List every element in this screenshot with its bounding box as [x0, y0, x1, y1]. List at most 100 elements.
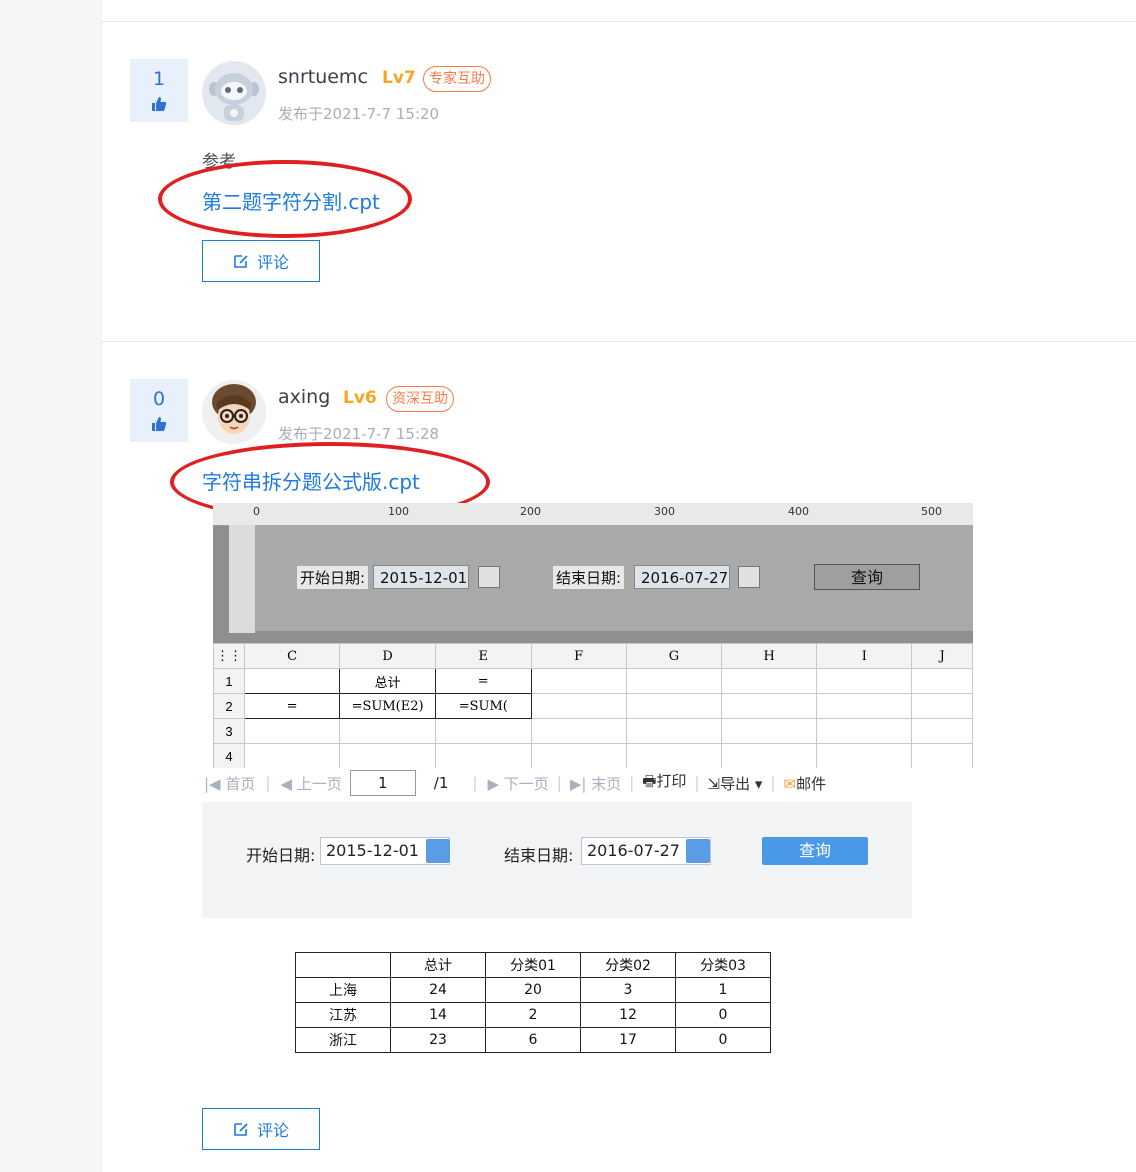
- calendar-icon[interactable]: [426, 839, 450, 863]
- cell[interactable]: [625, 743, 723, 768]
- divider: [101, 21, 1136, 22]
- cell-e2[interactable]: =SUM(: [434, 693, 532, 719]
- table-header: 分类02: [580, 952, 676, 978]
- ruler-tick: 500: [921, 505, 942, 518]
- page-number-input[interactable]: 1: [349, 770, 416, 796]
- username[interactable]: snrtuemc: [278, 66, 368, 88]
- table-cell: 2: [485, 1002, 581, 1028]
- calendar-icon[interactable]: [738, 566, 760, 588]
- table-cell: 3: [580, 977, 676, 1003]
- query-button[interactable]: 查询: [762, 837, 868, 865]
- mail-button[interactable]: ✉邮件: [783, 773, 826, 794]
- column-header[interactable]: E: [434, 643, 532, 669]
- column-header[interactable]: D: [339, 643, 436, 669]
- cell[interactable]: [530, 668, 627, 694]
- calendar-icon[interactable]: [686, 839, 710, 863]
- export-label: 导出: [720, 774, 751, 793]
- cell[interactable]: [243, 743, 341, 768]
- cell[interactable]: [911, 693, 973, 719]
- corner-cell[interactable]: ⋮⋮: [213, 643, 245, 669]
- cell-c1[interactable]: [243, 668, 341, 694]
- cell[interactable]: [530, 718, 627, 744]
- column-header[interactable]: J: [911, 643, 973, 669]
- cell[interactable]: [243, 718, 341, 744]
- cell[interactable]: [720, 693, 818, 719]
- cell[interactable]: [911, 718, 973, 744]
- senior-badge: 资深互助: [386, 386, 454, 412]
- cell[interactable]: [720, 718, 818, 744]
- cell[interactable]: [720, 743, 818, 768]
- table-cell: 6: [485, 1027, 581, 1053]
- column-header[interactable]: F: [530, 643, 627, 669]
- comment-button[interactable]: 评论: [202, 1108, 320, 1150]
- query-button[interactable]: 查询: [814, 564, 920, 590]
- first-page-button[interactable]: |◀ 首页: [204, 773, 255, 794]
- ruler-tick: 200: [520, 505, 541, 518]
- prev-page-button[interactable]: ◀ 上一页: [280, 773, 341, 794]
- cell[interactable]: [625, 693, 723, 719]
- cell[interactable]: [339, 743, 436, 768]
- highlight-ellipse: [158, 160, 412, 238]
- cell[interactable]: [816, 718, 913, 744]
- print-button[interactable]: 🖶打印: [642, 770, 686, 796]
- table-cell: 0: [675, 1002, 771, 1028]
- cell[interactable]: [816, 743, 913, 768]
- cell[interactable]: [434, 718, 532, 744]
- last-page-label: 末页: [591, 774, 622, 793]
- start-date-label: 开始日期:: [297, 566, 369, 589]
- cell[interactable]: [530, 743, 627, 768]
- username[interactable]: axing: [278, 386, 330, 408]
- last-page-button[interactable]: ▶| 末页: [570, 773, 621, 794]
- cell-c2[interactable]: =: [243, 693, 341, 719]
- end-date-field[interactable]: 2016-07-27: [634, 565, 730, 589]
- comment-button[interactable]: 评论: [202, 240, 320, 282]
- row-header[interactable]: 3: [213, 718, 245, 744]
- calendar-icon[interactable]: [478, 566, 500, 588]
- table-cell: 12: [580, 1002, 676, 1028]
- end-date-label: 结束日期:: [504, 846, 574, 865]
- column-header[interactable]: H: [720, 643, 818, 669]
- comment-label: 评论: [256, 1121, 289, 1140]
- designer-screenshot: 0 100 200 300 400 500 开始日期: 2015-12-01 结…: [213, 503, 973, 768]
- table-header: 总计: [390, 952, 486, 978]
- cell[interactable]: [625, 668, 723, 694]
- cell-e1[interactable]: =: [434, 668, 532, 694]
- edit-icon: [234, 255, 248, 268]
- cell[interactable]: [911, 668, 973, 694]
- cell[interactable]: [816, 668, 913, 694]
- table-row: 浙江 23 6 17 0: [295, 1027, 771, 1053]
- cell[interactable]: [816, 693, 913, 719]
- cell[interactable]: [911, 743, 973, 768]
- avatar[interactable]: [202, 61, 266, 125]
- cell-d1[interactable]: 总计: [339, 668, 436, 694]
- cell[interactable]: [720, 668, 818, 694]
- cell[interactable]: [530, 693, 627, 719]
- cell[interactable]: [625, 718, 723, 744]
- column-header[interactable]: G: [625, 643, 723, 669]
- vote-count: 0: [152, 388, 166, 410]
- cell[interactable]: [434, 743, 532, 768]
- vote-count: 1: [152, 68, 166, 90]
- table-cell: 江苏: [295, 1002, 391, 1028]
- next-page-button[interactable]: ▶ 下一页: [487, 773, 548, 794]
- start-date-field[interactable]: 2015-12-01: [373, 565, 469, 589]
- print-label: 打印: [656, 772, 687, 790]
- pager-toolbar: |◀ 首页 | ◀ 上一页 1 /1 | ▶ 下一页 | ▶| 末页 | 🖶打印…: [202, 768, 912, 798]
- avatar[interactable]: [202, 380, 266, 444]
- table-cell: 24: [390, 977, 486, 1003]
- spreadsheet-grid: ⋮⋮ C D E F G H I J 1 总计 = 2 = =SUM(E2) =…: [213, 643, 973, 768]
- export-button[interactable]: ⇲导出 ▾: [708, 773, 763, 794]
- prev-page-label: 上一页: [296, 774, 342, 793]
- vote-button[interactable]: 0: [130, 379, 188, 442]
- vote-button[interactable]: 1: [130, 59, 188, 122]
- row-header[interactable]: 4: [213, 743, 245, 768]
- table-cell: 1: [675, 977, 771, 1003]
- row-header[interactable]: 1: [213, 668, 245, 694]
- column-header[interactable]: C: [243, 643, 341, 669]
- post-time: 发布于2021-7-7 15:20: [278, 105, 440, 123]
- thumbs-up-icon: [152, 417, 167, 431]
- row-header[interactable]: 2: [213, 693, 245, 719]
- column-header[interactable]: I: [816, 643, 913, 669]
- cell-d2[interactable]: =SUM(E2): [339, 693, 436, 719]
- cell[interactable]: [339, 718, 436, 744]
